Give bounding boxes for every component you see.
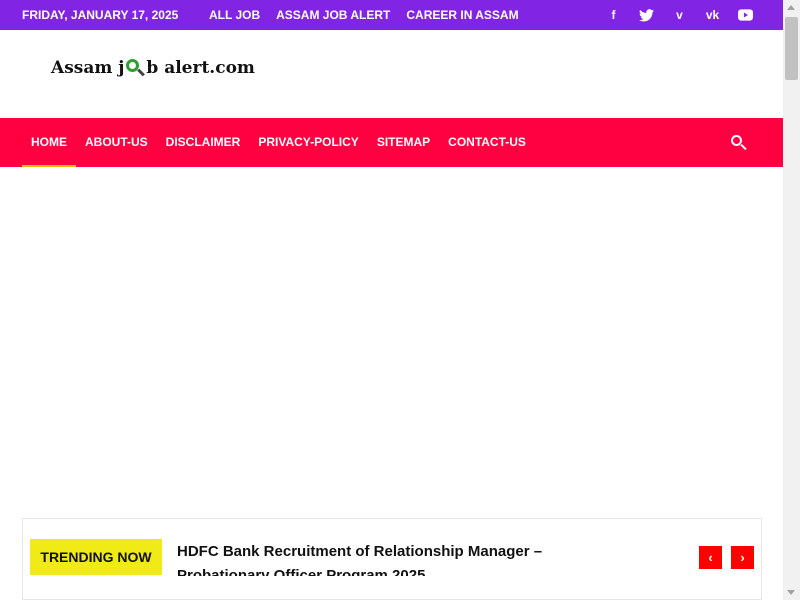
- top-links: ALL JOB ASSAM JOB ALERT CAREER IN ASSAM: [209, 8, 519, 22]
- next-arrow-icon[interactable]: ›: [731, 546, 754, 569]
- nav-item-about-us[interactable]: ABOUT-US: [76, 118, 157, 167]
- top-link-all-job[interactable]: ALL JOB: [209, 8, 260, 22]
- top-link-career-in-assam[interactable]: CAREER IN ASSAM: [406, 8, 518, 22]
- logo-text-start: Assam j: [51, 58, 125, 78]
- search-icon[interactable]: [731, 135, 747, 151]
- scroll-down-icon[interactable]: [787, 590, 795, 595]
- trending-bar: TRENDING NOW HDFC Bank Recruitment of Re…: [22, 518, 762, 600]
- nav-item-sitemap[interactable]: SITEMAP: [368, 118, 439, 167]
- top-link-assam-job-alert[interactable]: ASSAM JOB ALERT: [276, 8, 390, 22]
- nav-item-contact-us[interactable]: CONTACT-US: [439, 118, 535, 167]
- top-bar: FRIDAY, JANUARY 17, 2025 ALL JOB ASSAM J…: [0, 0, 783, 30]
- ad-placeholder: [0, 167, 783, 517]
- logo-text-end: b alert.com: [146, 58, 255, 78]
- social-icons: f v vk: [604, 7, 755, 23]
- nav-menu: HOME ABOUT-US DISCLAIMER PRIVACY-POLICY …: [22, 118, 535, 167]
- current-date: FRIDAY, JANUARY 17, 2025: [22, 8, 179, 22]
- trending-headline[interactable]: HDFC Bank Recruitment of Relationship Ma…: [177, 540, 597, 576]
- trending-badge: TRENDING NOW: [30, 539, 162, 575]
- youtube-icon[interactable]: [736, 7, 755, 23]
- site-logo[interactable]: Assam j b alert.com: [51, 58, 255, 78]
- prev-arrow-icon[interactable]: ‹: [699, 546, 722, 569]
- nav-item-privacy-policy[interactable]: PRIVACY-POLICY: [249, 118, 367, 167]
- main-nav: HOME ABOUT-US DISCLAIMER PRIVACY-POLICY …: [0, 118, 783, 167]
- vk-icon[interactable]: vk: [703, 7, 722, 23]
- trending-arrows: ‹ ›: [699, 546, 754, 569]
- site-header: Assam j b alert.com: [0, 30, 783, 118]
- page: FRIDAY, JANUARY 17, 2025 ALL JOB ASSAM J…: [0, 0, 800, 600]
- vimeo-icon[interactable]: v: [670, 7, 689, 23]
- scrollbar-thumb[interactable]: [785, 17, 798, 80]
- scrollbar[interactable]: [783, 0, 800, 600]
- twitter-icon[interactable]: [637, 7, 656, 23]
- nav-item-disclaimer[interactable]: DISCLAIMER: [157, 118, 250, 167]
- magnifier-logo-icon: [125, 58, 146, 78]
- scroll-up-icon[interactable]: [787, 5, 795, 10]
- nav-item-home[interactable]: HOME: [22, 118, 76, 167]
- facebook-icon[interactable]: f: [604, 7, 623, 23]
